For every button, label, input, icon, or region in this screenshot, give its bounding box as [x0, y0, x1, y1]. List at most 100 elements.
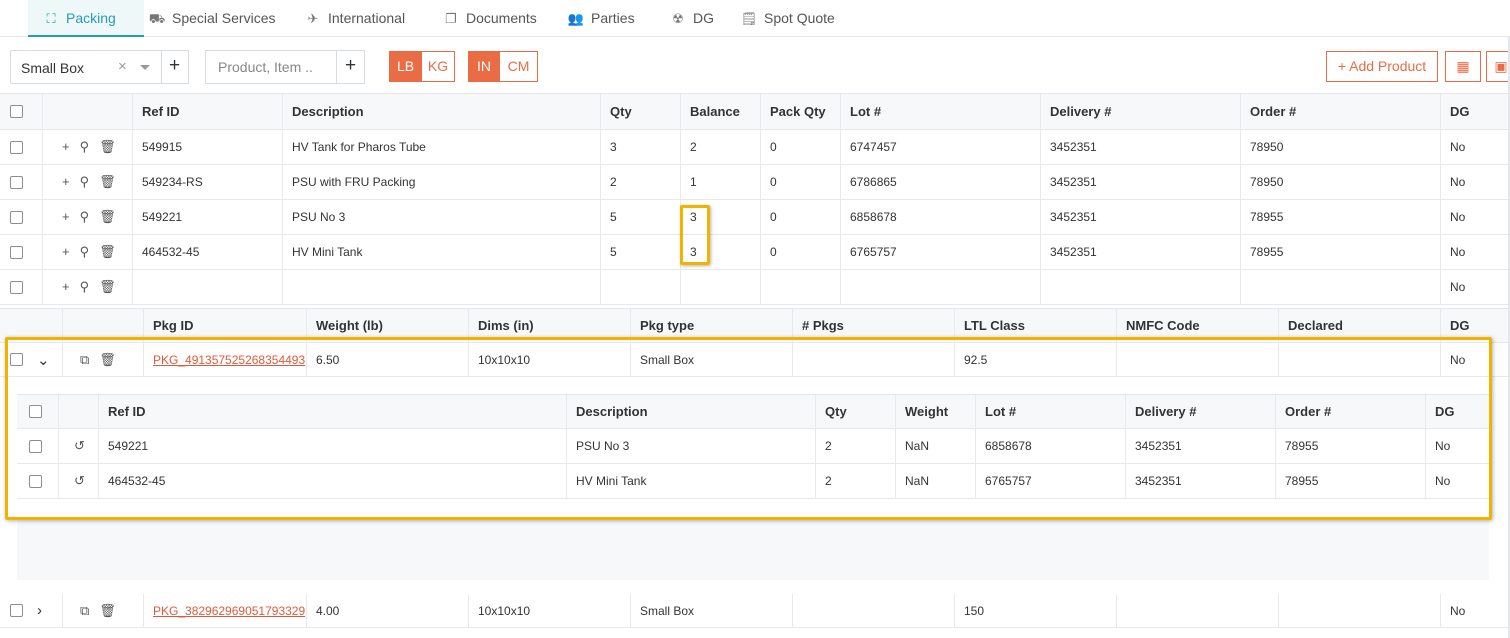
item-cell: 1 [690, 175, 697, 189]
item-cell: No [1450, 175, 1466, 189]
tab-label: Documents [466, 10, 537, 26]
column-header: Qty [610, 104, 632, 119]
column-divider [42, 94, 43, 129]
tab-international[interactable]: ✈ International [304, 0, 418, 37]
clear-icon[interactable]: × [118, 58, 127, 75]
add-package-button[interactable]: + [161, 50, 189, 84]
package-cell [1116, 594, 1278, 627]
package-id-link[interactable]: PKG_382962969051793329 [143, 594, 306, 627]
item-cell: 0 [770, 140, 777, 154]
chevron-right-icon[interactable]: › [37, 602, 42, 619]
item-cell: 0 [770, 245, 777, 259]
tab-parties[interactable]: 👥 Parties [567, 0, 642, 37]
package-type-value: Small Box [21, 60, 85, 76]
tab-special-services[interactable]: ⛟ Special Services [148, 0, 279, 37]
package-id[interactable]: PKG_382962969051793329 [153, 604, 305, 618]
row-checkbox[interactable] [10, 210, 23, 224]
unit-kg-toggle[interactable]: KG [421, 51, 455, 82]
trash-icon[interactable]: 🗑 [99, 174, 116, 190]
package-value: 10x10x10 [478, 603, 531, 618]
package-type-select[interactable]: Small Box × [10, 50, 162, 84]
add-icon[interactable]: + [62, 244, 70, 260]
search-icon[interactable]: ⚲ [80, 279, 90, 295]
trash-icon[interactable]: 🗑 [99, 244, 116, 260]
search-icon[interactable]: ⚲ [80, 139, 90, 155]
row-checkbox[interactable] [10, 105, 23, 118]
package-stack-icon[interactable]: ▦ [1445, 51, 1481, 82]
package-cell: No [1440, 594, 1510, 627]
trash-icon[interactable]: 🗑 [99, 139, 116, 155]
item-cell [680, 270, 760, 304]
column-divider [42, 165, 43, 199]
documents-icon: ❐ [445, 11, 457, 26]
quote-icon: 🗒 [740, 11, 758, 26]
search-icon[interactable]: ⚲ [80, 174, 90, 190]
add-icon[interactable]: + [62, 174, 70, 190]
trash-icon[interactable]: 🗑 [99, 603, 116, 619]
item-cell [1040, 270, 1240, 304]
chevron-down-icon[interactable] [140, 65, 150, 70]
add-icon[interactable]: + [62, 209, 70, 225]
row-checkbox[interactable] [10, 245, 23, 259]
item-cell: 3452351 [1050, 175, 1097, 189]
row-select-cell [0, 130, 42, 164]
package-cell: 150 [954, 594, 1116, 627]
item-cell [132, 270, 282, 304]
row-checkbox[interactable] [10, 140, 23, 154]
item-cell: 5 [610, 245, 617, 259]
tab-spot-quote[interactable]: 🗒 Spot Quote [740, 0, 840, 37]
row-actions-cell: + ⚲ 🗑 [52, 165, 132, 199]
item-cell: 2 [690, 140, 697, 154]
unit-lb-toggle[interactable]: LB [389, 51, 422, 82]
row-checkbox[interactable] [10, 280, 23, 294]
items-table-header: Ref ID Description Qty Balance Pack Qty Lot #… [0, 93, 1510, 130]
tab-packing[interactable]: ⛶ Packing [28, 0, 144, 37]
add-icon[interactable]: + [62, 139, 70, 155]
item-cell: No [1450, 210, 1466, 224]
tab-label: Parties [591, 10, 635, 26]
package-cell: 4.00 [306, 594, 468, 627]
balance-highlight [680, 205, 710, 265]
item-cell: 3 [610, 140, 617, 154]
item-row: + ⚲ 🗑 No [0, 270, 1510, 305]
row-actions: ⧉ 🗑 [80, 603, 116, 619]
package-value: 150 [964, 603, 985, 618]
copy-icon[interactable]: ⧉ [80, 603, 89, 619]
tab-label: International [328, 10, 406, 26]
item-cell: 464532-45 [142, 245, 200, 259]
item-cell: No [1450, 245, 1466, 259]
item-cell: 2 [610, 175, 617, 189]
row-checkbox[interactable] [10, 604, 23, 617]
item-row: + ⚲ 🗑 549221 PSU No 3 5 3 0 6858678 3452351 78955 N… [0, 200, 1510, 235]
row-actions-cell: + ⚲ 🗑 [52, 270, 132, 304]
search-icon[interactable]: ⚲ [80, 244, 90, 260]
expanded-package-highlight [5, 337, 1492, 520]
hazard-icon: ☢ [672, 11, 684, 26]
tab-label: DG [693, 10, 714, 26]
item-row: + ⚲ 🗑 464532-45 HV Mini Tank 5 3 0 6765757 345235… [0, 235, 1510, 270]
row-select-cell [0, 165, 42, 199]
trash-icon[interactable]: 🗑 [99, 279, 116, 295]
item-cell: 549221 [142, 210, 183, 224]
item-cell: 78950 [1250, 140, 1284, 154]
calendar-icon[interactable]: ▣ [1486, 51, 1510, 82]
tab-dg[interactable]: ☢ DG [669, 0, 714, 37]
tab-documents[interactable]: ❐ Documents [442, 0, 542, 37]
add-item-button[interactable]: + [337, 50, 365, 84]
unit-cm-toggle[interactable]: CM [499, 51, 538, 82]
item-cell: 6786865 [850, 175, 897, 189]
item-cell: 0 [770, 175, 777, 189]
search-icon[interactable]: ⚲ [80, 209, 90, 225]
unit-in-toggle[interactable]: IN [468, 51, 500, 82]
trash-icon[interactable]: 🗑 [99, 209, 116, 225]
column-divider [42, 270, 43, 304]
product-search-input[interactable]: Product, Item .. [205, 50, 337, 84]
add-product-button[interactable]: + Add Product [1326, 51, 1438, 82]
column-header: Balance [690, 104, 740, 119]
add-icon[interactable]: + [62, 279, 70, 295]
packing-toolbar: Small Box × + Product, Item .. + LB KG I… [0, 37, 1510, 93]
column-divider [62, 594, 63, 627]
row-checkbox[interactable] [10, 175, 23, 189]
users-icon: 👥 [567, 11, 585, 26]
item-cell: 549915 [142, 140, 183, 154]
